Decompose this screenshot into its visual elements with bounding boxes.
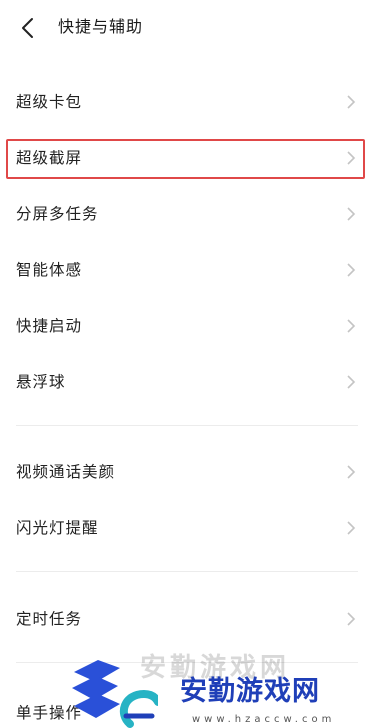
settings-item-label: 智能体感	[16, 261, 83, 279]
chevron-right-icon	[347, 521, 356, 535]
settings-item-label: 视频通话美颜	[16, 463, 116, 481]
watermark: 单手操作 安勤游戏网 安勤游戏网 www.hzaccw.com	[0, 650, 372, 728]
settings-item-scheduled-task[interactable]: 定时任务	[0, 591, 372, 647]
settings-item-label: 闪光灯提醒	[16, 519, 99, 537]
chevron-right-icon	[347, 95, 356, 109]
header-bar: 快捷与辅助	[0, 0, 372, 56]
settings-item-video-beauty[interactable]: 视频通话美颜	[0, 444, 372, 500]
settings-item-quick-launch[interactable]: 快捷启动	[0, 298, 372, 354]
settings-item-label: 分屏多任务	[16, 205, 99, 223]
section-divider	[16, 425, 358, 426]
watermark-logo-icon	[72, 660, 158, 728]
chevron-right-icon	[347, 263, 356, 277]
settings-item-flash-alert[interactable]: 闪光灯提醒	[0, 500, 372, 556]
watermark-title: 安勤游戏网	[180, 676, 320, 707]
chevron-right-icon	[347, 207, 356, 221]
settings-item-label: 超级截屏	[16, 149, 83, 167]
settings-item-label: 悬浮球	[16, 373, 66, 391]
settings-item-label: 快捷启动	[16, 317, 83, 335]
settings-item-split-screen[interactable]: 分屏多任务	[0, 186, 372, 242]
chevron-right-icon	[347, 612, 356, 626]
settings-item-super-screenshot[interactable]: 超级截屏	[0, 130, 372, 186]
chevron-right-icon	[347, 319, 356, 333]
chevron-right-icon	[347, 151, 356, 165]
page-title: 快捷与辅助	[58, 17, 144, 36]
settings-item-floating-ball[interactable]: 悬浮球	[0, 354, 372, 410]
watermark-url: www.hzaccw.com	[192, 714, 336, 725]
settings-item-super-card[interactable]: 超级卡包	[0, 74, 372, 130]
section-divider	[16, 571, 358, 572]
settings-item-label: 定时任务	[16, 610, 83, 628]
back-arrow-icon[interactable]	[18, 16, 38, 40]
settings-item-label: 超级卡包	[16, 93, 83, 111]
chevron-right-icon	[347, 375, 356, 389]
chevron-right-icon	[347, 465, 356, 479]
settings-item-smart-motion[interactable]: 智能体感	[0, 242, 372, 298]
